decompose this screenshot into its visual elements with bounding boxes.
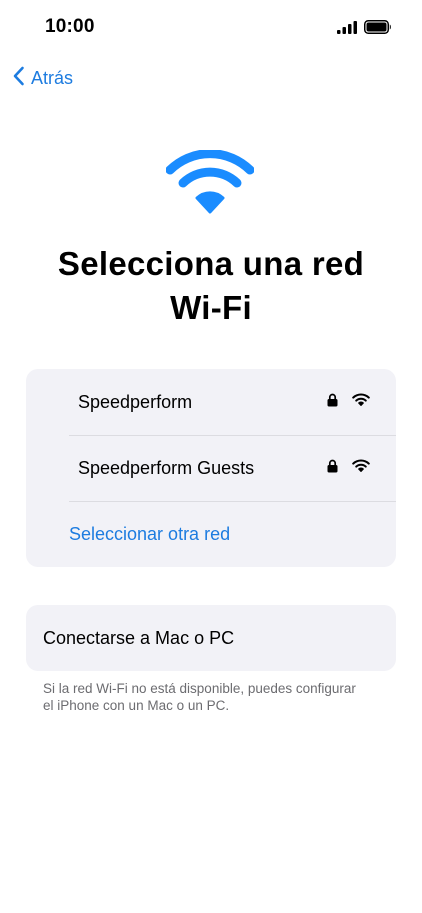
select-other-network-label: Seleccionar otra red: [69, 523, 231, 544]
network-status-icons: [327, 459, 370, 478]
select-other-network-button[interactable]: Seleccionar otra red: [69, 501, 396, 567]
network-item-speedperform-guests[interactable]: Speedperform Guests: [78, 435, 396, 501]
page-title: Selecciona una red Wi-Fi: [0, 242, 422, 330]
lock-icon: [327, 459, 338, 478]
status-time: 10:00: [45, 16, 95, 37]
network-name: Speedperform: [78, 391, 193, 412]
wifi-signal-icon: [352, 459, 370, 477]
page-title-line2: Wi-Fi: [170, 289, 252, 326]
back-button[interactable]: Atrás: [8, 62, 77, 95]
page-title-line1: Selecciona una red: [57, 245, 365, 282]
wifi-icon: [165, 149, 255, 219]
network-name: Speedperform Guests: [78, 457, 255, 478]
network-list: Speedperform Speedperform Guests Selecci…: [26, 369, 396, 567]
connect-to-computer-button[interactable]: Conectarse a Mac o PC: [26, 605, 396, 671]
network-item-speedperform[interactable]: Speedperform: [78, 369, 396, 435]
network-status-icons: [327, 393, 370, 412]
cellular-signal-icon: [337, 20, 358, 39]
status-bar: 10:00: [0, 0, 422, 56]
lock-icon: [327, 393, 338, 412]
wifi-signal-icon: [352, 393, 370, 411]
battery-icon: [364, 20, 392, 39]
connect-to-computer-note: Si la red Wi-Fi no está disponible, pued…: [43, 681, 356, 713]
status-icons: [337, 20, 392, 39]
connect-to-computer-label: Conectarse a Mac o PC: [43, 627, 235, 648]
back-label: Atrás: [31, 68, 74, 88]
chevron-left-icon: [12, 66, 31, 91]
